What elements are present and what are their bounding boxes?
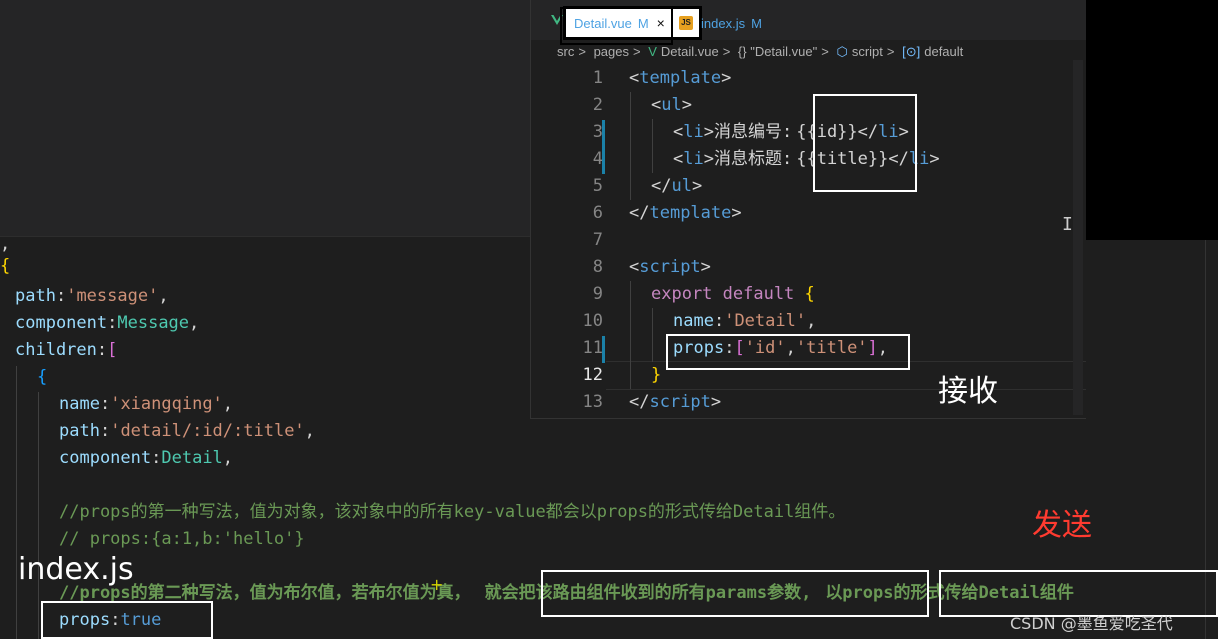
cursor-plus-icon: + [430, 575, 444, 594]
breadcrumb: src > pages > V Detail.vue > {} "Detail.vue"… [557, 44, 967, 62]
breadcrumb-item[interactable]: Detail.vue [661, 44, 719, 59]
line-number: 2 [592, 95, 603, 115]
cube-icon: ⬡ [836, 44, 848, 59]
breadcrumb-item[interactable]: default [924, 44, 963, 59]
breadcrumb-item[interactable]: pages [594, 44, 629, 59]
breadcrumb-item[interactable]: src [557, 44, 574, 59]
indent-guide [652, 308, 653, 362]
symbol-variable-icon: [⊙] [902, 44, 921, 59]
code-line: export default { [651, 284, 815, 304]
code-line-component: component:Message, [15, 313, 200, 333]
indent-guide [16, 366, 17, 639]
tab-index-js[interactable]: JS index.js M [679, 6, 799, 40]
black-panel [1085, 0, 1218, 240]
js-file-icon: JS [679, 16, 693, 30]
highlight-box-params [541, 570, 929, 617]
git-change-indicator [602, 120, 605, 174]
text-cursor-icon: I [1062, 214, 1073, 235]
chevron-right-icon: > [886, 44, 895, 59]
code-line-children: children:[ [15, 340, 118, 360]
line-number: 10 [582, 311, 603, 331]
line-number: 11 [582, 338, 603, 358]
git-change-indicator [602, 336, 605, 363]
editor-scrollbar[interactable] [1073, 60, 1083, 415]
annotation-receive: 接收 [938, 374, 998, 409]
chevron-right-icon: > [632, 44, 641, 59]
vue-icon: V [648, 44, 657, 59]
code-comment-props-first: //props的第一种写法，值为对象，该对象中的所有key-value都会以pr… [59, 502, 846, 522]
watermark: CSDN @墨鱼爱吃圣代 [1010, 614, 1173, 633]
code-line: name:'Detail', [673, 311, 817, 331]
line-number: 3 [592, 122, 603, 142]
modified-indicator: M [751, 15, 762, 31]
line-number: 8 [592, 257, 603, 277]
chevron-right-icon: > [821, 44, 829, 59]
line-number: 7 [592, 230, 603, 250]
indent-guide [630, 281, 631, 389]
code-line: </ul> [651, 176, 703, 196]
code-line: { [0, 256, 11, 276]
code-line-path2: path:'detail/:id/:title', [59, 421, 315, 441]
highlight-box-props [666, 334, 910, 370]
code-line-path: path:'message', [15, 286, 169, 306]
line-number: 1 [592, 68, 603, 88]
code-line-open-brace: { [37, 367, 48, 387]
breadcrumb-item[interactable]: script [852, 44, 883, 59]
code-line: <template> [629, 68, 732, 88]
highlight-box-tab [560, 7, 673, 45]
code-line: </template> [629, 203, 742, 223]
detail-vue-editor-window[interactable]: Detail.vue M × JS index.js M src > pages >… [530, 0, 1086, 419]
code-comment-props-example: // props:{a:1,b:'hello'} [59, 529, 305, 549]
code-line: <ul> [651, 95, 692, 115]
line-number: 6 [592, 203, 603, 223]
line-number: 9 [592, 284, 603, 304]
tab-label: index.js [701, 15, 746, 31]
annotation-send: 发送 [1032, 508, 1092, 543]
code-line-component2: component:Detail, [59, 448, 234, 468]
indent-guide [38, 392, 39, 639]
highlight-box-props-true [41, 601, 213, 639]
line-number: 4 [592, 149, 603, 169]
code-line-name: name:'xiangqing', [59, 394, 234, 414]
code-line: <script> [629, 257, 711, 277]
highlight-box-template-expr [813, 94, 917, 192]
breadcrumb-item[interactable]: {} "Detail.vue" [738, 44, 817, 59]
line-number: 5 [592, 176, 603, 196]
annotation-indexjs: index.js [18, 552, 134, 587]
code-line: , [0, 234, 11, 254]
line-number-current: 12 [582, 365, 603, 385]
indent-guide [630, 92, 631, 200]
indent-guide [652, 119, 653, 173]
chevron-right-icon: > [722, 44, 731, 59]
code-line: </script> [629, 392, 722, 412]
code-line: } [651, 365, 662, 385]
chevron-right-icon: > [578, 44, 586, 59]
line-number: 13 [582, 392, 603, 412]
